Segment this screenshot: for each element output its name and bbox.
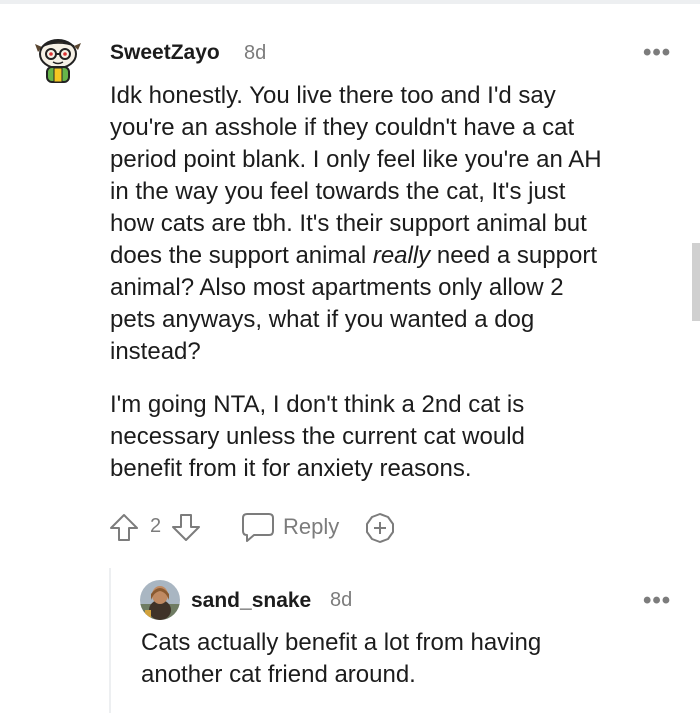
comment-line: benefit from it for anxiety reasons. [110, 455, 472, 482]
top-divider [0, 0, 700, 4]
comment-line: instead? [110, 338, 201, 365]
comment-paragraph-2: I'm going NTA, I don't think a 2nd cat i… [110, 389, 680, 485]
scrollbar-thumb[interactable] [692, 243, 700, 321]
reply-author[interactable]: sand_snake [191, 589, 311, 613]
reply-avatar[interactable] [140, 580, 180, 620]
comment-line: necessary unless the current cat would [110, 423, 525, 450]
downvote-icon[interactable] [170, 511, 202, 543]
comment-line: period point blank. I only feel like you… [110, 146, 602, 173]
comment-action-bar: 2 Reply [108, 509, 508, 545]
reply-body: Cats actually benefit a lot from having … [141, 627, 681, 691]
snoo-avatar-icon [35, 39, 81, 83]
comment-line: animal? Also most apartments only allow … [110, 274, 564, 301]
user-photo-icon [140, 580, 180, 620]
vote-count: 2 [150, 515, 162, 537]
comment-text: does the support animal [110, 242, 373, 269]
comment-line: Idk honestly. You live there too and I'd… [110, 82, 556, 109]
comment-line: I'm going NTA, I don't think a 2nd cat i… [110, 391, 525, 418]
comment-line: how cats are tbh. It's their support ani… [110, 210, 587, 237]
comment-author[interactable]: SweetZayo [110, 41, 220, 65]
thread-line[interactable] [109, 568, 111, 713]
reply-button[interactable]: Reply [283, 514, 339, 540]
reply-bubble-icon[interactable] [241, 512, 275, 542]
more-options-icon[interactable]: ••• [643, 41, 671, 65]
award-icon[interactable] [364, 512, 396, 544]
avatar[interactable] [34, 34, 82, 84]
comment-text: need a support [430, 242, 597, 269]
comment-line: you're an asshole if they couldn't have … [110, 114, 575, 141]
more-options-icon[interactable]: ••• [643, 589, 671, 613]
emphasis-text: really [372, 242, 431, 269]
comment-line: in the way you feel towards the cat, It'… [110, 178, 566, 205]
comment-paragraph-1: Idk honestly. You live there too and I'd… [110, 80, 680, 368]
comment-line: pets anyways, what if you wanted a dog [110, 306, 535, 333]
reply-timestamp[interactable]: 8d [330, 589, 352, 612]
comment-line: does the support animal really need a su… [110, 240, 680, 272]
upvote-icon[interactable] [108, 511, 140, 543]
reply-line: Cats actually benefit a lot from having [141, 629, 542, 656]
comment-timestamp[interactable]: 8d [244, 42, 266, 65]
reply-line: another cat friend around. [141, 661, 416, 688]
